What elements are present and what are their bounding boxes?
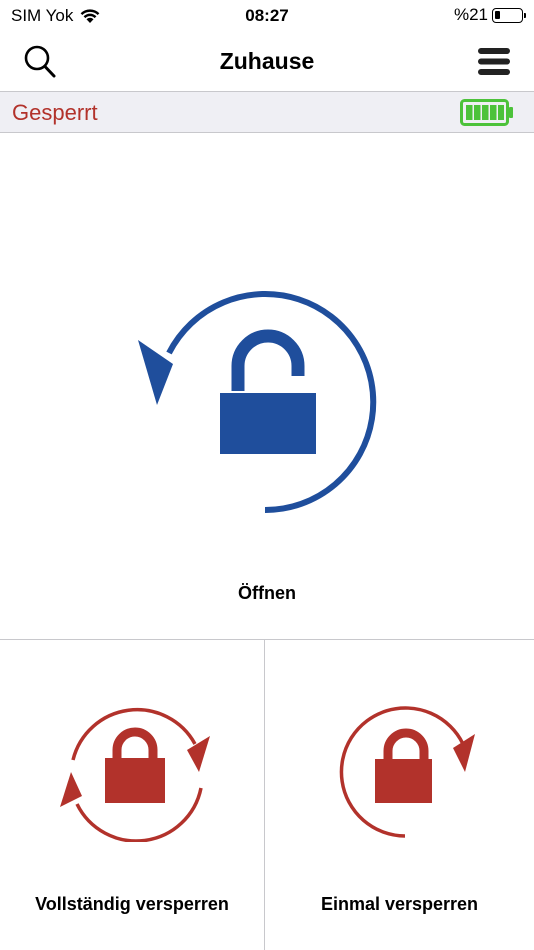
lock-once-button[interactable]: Einmal versperren: [265, 640, 534, 950]
lock-full-button[interactable]: Vollständig versperren: [0, 640, 265, 950]
battery-percent: %21: [453, 5, 488, 24]
lock-double-rotate-icon: [60, 707, 210, 842]
status-right: %21: [453, 5, 526, 25]
menu-icon: [478, 48, 510, 75]
page-title: Zuhause: [219, 48, 315, 74]
lock-rotate-icon: [339, 706, 475, 838]
navigation-bar: Zuhause: [0, 32, 534, 91]
app-screen: SIM Yok 08:27 %21 Zuhause Gesperrt Öffne…: [0, 0, 534, 950]
lock-full-label: Vollständig versperren: [35, 894, 229, 914]
lock-status-strip: Gesperrt: [0, 91, 534, 133]
open-button[interactable]: Öffnen: [0, 133, 534, 639]
battery-level-fill: [495, 10, 500, 19]
battery-icon: [492, 7, 526, 23]
unlock-rotate-icon: [138, 291, 377, 513]
open-label: Öffnen: [238, 583, 296, 603]
status-bar: SIM Yok 08:27 %21: [0, 0, 534, 32]
lock-once-label: Einmal versperren: [320, 894, 479, 914]
menu-button[interactable]: [474, 42, 514, 82]
lock-actions: Vollständig versperren Einmal versperren: [0, 639, 534, 950]
battery-full-icon: [460, 99, 513, 126]
lock-state-label: Gesperrt: [12, 100, 98, 125]
